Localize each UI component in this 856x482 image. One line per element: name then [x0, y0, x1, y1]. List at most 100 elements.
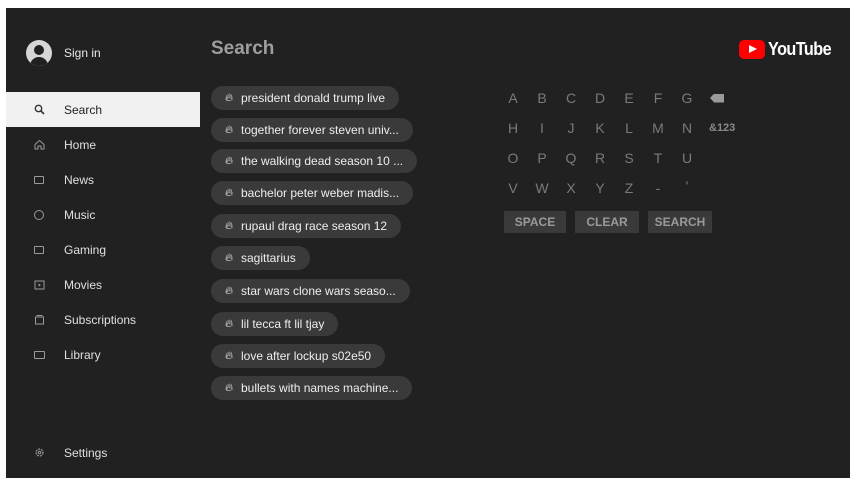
sign-in-label: Sign in	[64, 46, 101, 60]
sidebar-item-label: Library	[64, 347, 101, 362]
key[interactable]: Z	[620, 178, 638, 198]
sidebar-item-music[interactable]: Music	[6, 197, 200, 232]
play-icon	[739, 40, 765, 59]
sidebar-settings: Settings	[6, 435, 200, 470]
key[interactable]: M	[649, 118, 667, 138]
key[interactable]: I	[533, 118, 551, 138]
key[interactable]: X	[562, 178, 580, 198]
sidebar-item-library[interactable]: Library	[6, 337, 200, 372]
key[interactable]: B	[533, 88, 551, 108]
key[interactable]: S	[620, 148, 638, 168]
key[interactable]: Y	[591, 178, 609, 198]
suggestion-chip[interactable]: 🔥︎ star wars clone wars seaso...	[211, 279, 410, 303]
backspace-icon	[710, 93, 724, 103]
key[interactable]: G	[678, 88, 696, 108]
home-icon	[32, 138, 46, 152]
key[interactable]: D	[591, 88, 609, 108]
sidebar-item-label: Movies	[64, 277, 103, 292]
suggestion-text: sagittarius	[241, 251, 296, 265]
sidebar-item-search[interactable]: Search	[6, 92, 200, 127]
key[interactable]: A	[504, 88, 522, 108]
key[interactable]: V	[504, 178, 522, 198]
sidebar-item-label: Subscriptions	[64, 312, 137, 327]
sidebar-item-home[interactable]: Home	[6, 127, 200, 162]
suggestion-text: lil tecca ft lil tjay	[241, 317, 325, 331]
search-button[interactable]: SEARCH	[648, 211, 712, 233]
key[interactable]: T	[649, 148, 667, 168]
key[interactable]: K	[591, 118, 609, 138]
movies-icon	[32, 278, 46, 292]
trending-icon: 🔥︎	[225, 318, 234, 330]
key[interactable]: R	[591, 148, 609, 168]
key[interactable]: P	[533, 148, 551, 168]
sidebar-item-label: Home	[64, 137, 97, 152]
trending-icon: 🔥︎	[225, 285, 234, 297]
search-icon	[32, 103, 46, 117]
sidebar-nav: Search Home News Music Gaming Movies Sub…	[6, 92, 200, 372]
suggestion-text: bullets with names machine...	[241, 381, 399, 395]
key[interactable]: E	[620, 88, 638, 108]
suggestion-chip[interactable]: 🔥︎ rupaul drag race season 12	[211, 214, 402, 238]
suggestion-text: star wars clone wars seaso...	[241, 284, 396, 298]
gaming-icon	[32, 243, 46, 257]
trending-icon: 🔥︎	[225, 220, 234, 232]
trending-icon: 🔥︎	[225, 187, 234, 199]
library-icon	[32, 348, 46, 362]
subscriptions-icon	[32, 313, 46, 327]
key[interactable]: H	[504, 118, 522, 138]
trending-icon: 🔥︎	[225, 124, 234, 136]
trending-icon: 🔥︎	[225, 382, 234, 394]
sidebar-item-gaming[interactable]: Gaming	[6, 232, 200, 267]
key[interactable]: O	[504, 148, 522, 168]
sidebar-item-label: Search	[64, 102, 103, 117]
sidebar-item-label: News	[64, 172, 95, 187]
trending-icon: 🔥︎	[225, 350, 234, 362]
key[interactable]: N	[678, 118, 696, 138]
sidebar-item-label: Music	[64, 207, 96, 222]
sidebar-item-settings[interactable]: Settings	[6, 435, 200, 470]
key[interactable]: C	[562, 88, 580, 108]
key[interactable]: W	[533, 178, 551, 198]
suggestion-text: the walking dead season 10 ...	[241, 154, 404, 168]
sidebar-item-label: Settings	[64, 445, 108, 460]
sidebar-item-subscriptions[interactable]: Subscriptions	[6, 302, 200, 337]
logo-text: YouTube	[768, 39, 832, 59]
suggestion-chip[interactable]: 🔥︎ together forever steven univ...	[211, 118, 413, 142]
suggestion-chip[interactable]: 🔥︎ sagittarius	[211, 246, 310, 270]
trending-icon: 🔥︎	[225, 252, 234, 264]
key[interactable]: Q	[562, 148, 580, 168]
sidebar-item-label: Gaming	[64, 242, 107, 257]
space-button[interactable]: SPACE	[504, 211, 566, 233]
suggestion-chip[interactable]: 🔥︎ love after lockup s02e50	[211, 344, 386, 368]
trending-icon: 🔥︎	[225, 155, 234, 167]
suggestion-chip[interactable]: 🔥︎ bullets with names machine...	[211, 376, 413, 400]
key[interactable]: J	[562, 118, 580, 138]
youtube-logo: YouTube	[739, 39, 838, 60]
music-icon	[32, 208, 46, 222]
sign-in-button[interactable]: Sign in	[26, 40, 101, 66]
tv-screen: Sign in Search Home News Music Gaming Mo…	[6, 8, 850, 478]
gear-icon	[32, 446, 46, 460]
suggestion-chip[interactable]: 🔥︎ president donald trump live	[211, 86, 400, 110]
backspace-key[interactable]	[708, 88, 726, 108]
suggestion-chip[interactable]: 🔥︎ the walking dead season 10 ...	[211, 149, 418, 173]
suggestion-chip[interactable]: 🔥︎ bachelor peter weber madis...	[211, 181, 414, 205]
suggestion-chip[interactable]: 🔥︎ lil tecca ft lil tjay	[211, 312, 339, 336]
key[interactable]: F	[649, 88, 667, 108]
key[interactable]: '	[678, 176, 696, 196]
sidebar-item-movies[interactable]: Movies	[6, 267, 200, 302]
sidebar-item-news[interactable]: News	[6, 162, 200, 197]
page-title: Search	[211, 38, 275, 59]
suggestion-text: bachelor peter weber madis...	[241, 186, 400, 200]
suggestion-text: rupaul drag race season 12	[241, 219, 388, 233]
suggestion-text: love after lockup s02e50	[241, 349, 372, 363]
clear-button[interactable]: CLEAR	[575, 211, 639, 233]
account-icon	[26, 40, 52, 66]
key[interactable]: L	[620, 118, 638, 138]
key[interactable]: -	[649, 178, 667, 198]
trending-icon: 🔥︎	[225, 92, 234, 104]
symbols-key[interactable]: &123	[709, 118, 749, 138]
key[interactable]: U	[678, 148, 696, 168]
news-icon	[32, 173, 46, 187]
suggestion-text: together forever steven univ...	[241, 123, 399, 137]
